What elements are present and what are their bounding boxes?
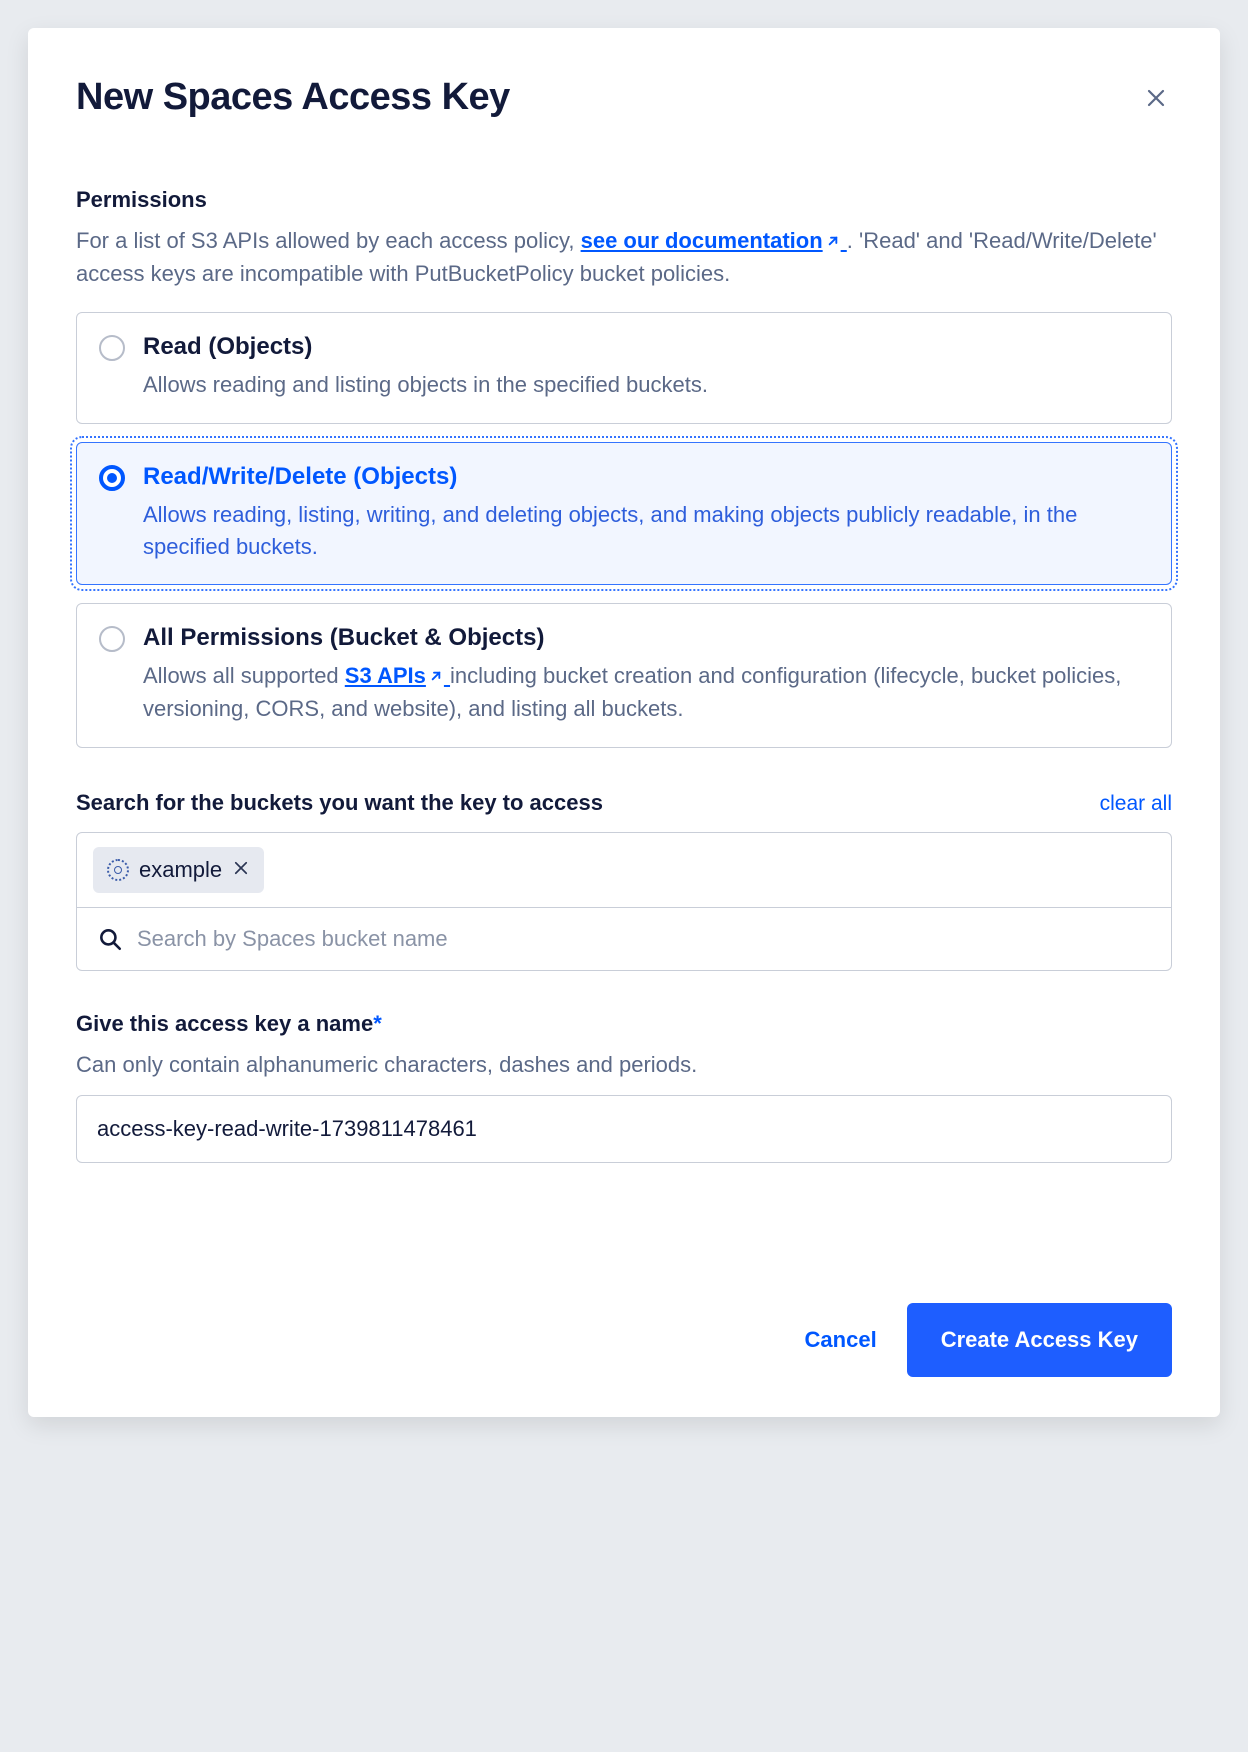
modal-header: New Spaces Access Key	[76, 76, 1172, 119]
name-section: Give this access key a name* Can only co…	[76, 1011, 1172, 1163]
external-link-icon	[825, 226, 841, 258]
selected-buckets: example	[77, 833, 1171, 908]
access-key-name-input[interactable]	[76, 1095, 1172, 1163]
name-label: Give this access key a name*	[76, 1011, 1172, 1037]
bucket-chip: example	[93, 847, 264, 893]
radio-all-permissions[interactable]	[99, 626, 125, 652]
buckets-label: Search for the buckets you want the key …	[76, 790, 603, 816]
buckets-search-box: example	[76, 832, 1172, 971]
permission-options: Read (Objects) Allows reading and listin…	[76, 312, 1172, 748]
buckets-header: Search for the buckets you want the key …	[76, 790, 1172, 816]
external-link-icon	[428, 661, 444, 693]
new-access-key-modal: New Spaces Access Key Permissions For a …	[28, 28, 1220, 1417]
radio-read-write-delete[interactable]	[99, 465, 125, 491]
option-read-desc: Allows reading and listing objects in th…	[143, 369, 708, 401]
bucket-search-row	[77, 908, 1171, 970]
option-all-title: All Permissions (Bucket & Objects)	[143, 624, 1149, 652]
radio-read[interactable]	[99, 335, 125, 361]
bucket-icon	[107, 859, 129, 881]
option-all-permissions[interactable]: All Permissions (Bucket & Objects) Allow…	[76, 603, 1172, 748]
clear-all-link[interactable]: clear all	[1100, 792, 1172, 816]
cancel-button[interactable]: Cancel	[805, 1327, 877, 1353]
search-icon	[97, 926, 123, 952]
option-read[interactable]: Read (Objects) Allows reading and listin…	[76, 312, 1172, 424]
option-all-desc: Allows all supported S3 APIs including b…	[143, 660, 1149, 725]
remove-bucket-button[interactable]	[232, 859, 250, 881]
required-asterisk: *	[373, 1011, 382, 1036]
permissions-description: For a list of S3 APIs allowed by each ac…	[76, 225, 1172, 290]
permissions-section: Permissions For a list of S3 APIs allowe…	[76, 187, 1172, 748]
s3-apis-link[interactable]: S3 APIs	[345, 663, 450, 688]
close-icon	[232, 859, 250, 877]
close-button[interactable]	[1140, 82, 1172, 114]
permissions-label: Permissions	[76, 187, 1172, 213]
bucket-search-input[interactable]	[137, 926, 1151, 952]
buckets-section: Search for the buckets you want the key …	[76, 790, 1172, 971]
option-read-title: Read (Objects)	[143, 333, 708, 361]
modal-title: New Spaces Access Key	[76, 76, 510, 119]
bucket-chip-label: example	[139, 857, 222, 883]
option-rwd-desc: Allows reading, listing, writing, and de…	[143, 499, 1149, 563]
create-access-key-button[interactable]: Create Access Key	[907, 1303, 1172, 1377]
close-icon	[1144, 86, 1168, 110]
name-hint: Can only contain alphanumeric characters…	[76, 1049, 1172, 1081]
option-rwd-title: Read/Write/Delete (Objects)	[143, 463, 1149, 491]
documentation-link[interactable]: see our documentation	[581, 228, 847, 253]
option-read-write-delete[interactable]: Read/Write/Delete (Objects) Allows readi…	[76, 442, 1172, 586]
modal-footer: Cancel Create Access Key	[76, 1303, 1172, 1377]
